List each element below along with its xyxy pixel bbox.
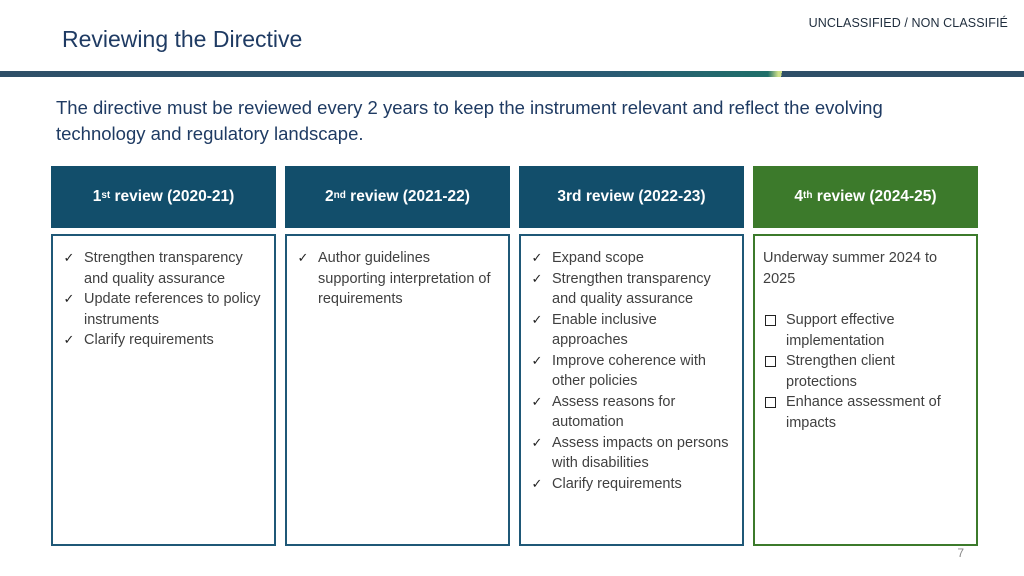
intro-text: The directive must be reviewed every 2 y… [56, 97, 883, 144]
list-item: ✓ Strengthen transparency and quality ass… [61, 248, 266, 289]
review-header-2: 2nd review (2021-22) [285, 166, 510, 228]
review-ordinal: st [101, 189, 111, 201]
list-item: ✓ Enable inclusive approaches [529, 310, 734, 351]
review-body-1: ✓ Strengthen transparency and quality ass… [51, 234, 276, 546]
review-column-2: 2nd review (2021-22) ✓ Author guidelines … [285, 166, 510, 546]
review-period: review (2022-23) [581, 188, 706, 205]
classification-label: UNCLASSIFIED / NON CLASSIFIÉ [808, 16, 1008, 30]
item-text: Strengthen client protections [786, 353, 895, 390]
list-item: ✓ Author guidelines supporting interpreta… [295, 248, 500, 310]
review-header-1: 1st review (2020-21) [51, 166, 276, 228]
check-icon: ✓ [63, 291, 75, 306]
item-text: Enhance assessment of impacts [786, 394, 941, 431]
item-text: Strengthen transparency and quality assu… [84, 250, 243, 287]
list-item: ✓ Improve coherence with other policies [529, 351, 734, 392]
check-icon: ✓ [297, 250, 309, 265]
list-item: Strengthen client protections [763, 351, 968, 392]
item-text: Update references to policy instruments [84, 291, 261, 328]
review-body-4: Underway summer 2024 to 2025 Support eff… [753, 234, 978, 546]
item-text: Strengthen transparency and quality assu… [552, 270, 711, 308]
item-text: Improve coherence with other policies [552, 352, 706, 390]
review-ordinal: th [803, 189, 813, 201]
review-body-3: ✓ Expand scope ✓ Strengthen transparency a… [519, 234, 744, 546]
list-item: ✓ Strengthen transparency and quality ass… [529, 269, 734, 310]
check-icon: ✓ [531, 475, 543, 491]
list-item: ✓ Assess impacts on persons with disabili… [529, 433, 734, 474]
check-icon: ✓ [531, 393, 543, 409]
page-number: 7 [957, 546, 964, 560]
list-item: Support effective implementation [763, 310, 968, 351]
review-number: 1 [92, 188, 102, 205]
checkbox-icon [765, 315, 776, 326]
item-text: Assess reasons for automation [552, 393, 676, 431]
check-icon: ✓ [531, 352, 543, 368]
list-item: ✓ Clarify requirements [529, 474, 734, 495]
review-period: review (2024-25) [812, 188, 937, 205]
checkbox-icon [765, 397, 776, 408]
review-column-1: 1st review (2020-21) ✓ Strengthen transpa… [51, 166, 276, 546]
list-item: Enhance assessment of impacts [763, 392, 968, 433]
list-item: ✓ Clarify requirements [61, 330, 266, 351]
page-title: Reviewing the Directive [62, 26, 303, 52]
review-number: 4 [794, 188, 804, 205]
check-icon: ✓ [531, 434, 543, 450]
item-text: Author guidelines supporting interpretat… [318, 250, 491, 307]
list-item: ✓ Update references to policy instruments [61, 289, 266, 330]
check-icon: ✓ [531, 270, 543, 286]
review-number: 3rd [557, 188, 582, 205]
review-number: 2 [325, 188, 334, 205]
list-item: ✓ Assess reasons for automation [529, 392, 734, 433]
review-header-4: 4th review (2024-25) [753, 166, 978, 228]
check-icon: ✓ [63, 332, 75, 347]
review-status: Underway summer 2024 to 2025 [763, 250, 938, 287]
check-icon: ✓ [531, 311, 543, 327]
check-icon: ✓ [63, 250, 75, 265]
header-rule [0, 71, 1024, 77]
item-text: Support effective implementation [786, 312, 895, 349]
review-column-3: 3rd review (2022-23) ✓ Expand scope ✓ Stre… [519, 166, 744, 546]
list-item: ✓ Expand scope [529, 248, 734, 269]
review-ordinal: nd [333, 189, 346, 201]
review-period: review (2020-21) [110, 188, 235, 205]
review-column-4: 4th review (2024-25) Underway summer 202… [753, 166, 978, 546]
item-text: Clarify requirements [84, 332, 214, 348]
review-body-2: ✓ Author guidelines supporting interpreta… [285, 234, 510, 546]
review-period: review (2021-22) [345, 188, 470, 205]
item-text: Assess impacts on persons with disabilit… [552, 434, 729, 472]
check-icon: ✓ [531, 250, 543, 265]
checkbox-icon [765, 356, 776, 367]
item-text: Enable inclusive approaches [552, 311, 657, 349]
item-text: Clarify requirements [552, 475, 682, 492]
item-text: Expand scope [552, 250, 644, 266]
review-header-3: 3rd review (2022-23) [519, 166, 744, 228]
